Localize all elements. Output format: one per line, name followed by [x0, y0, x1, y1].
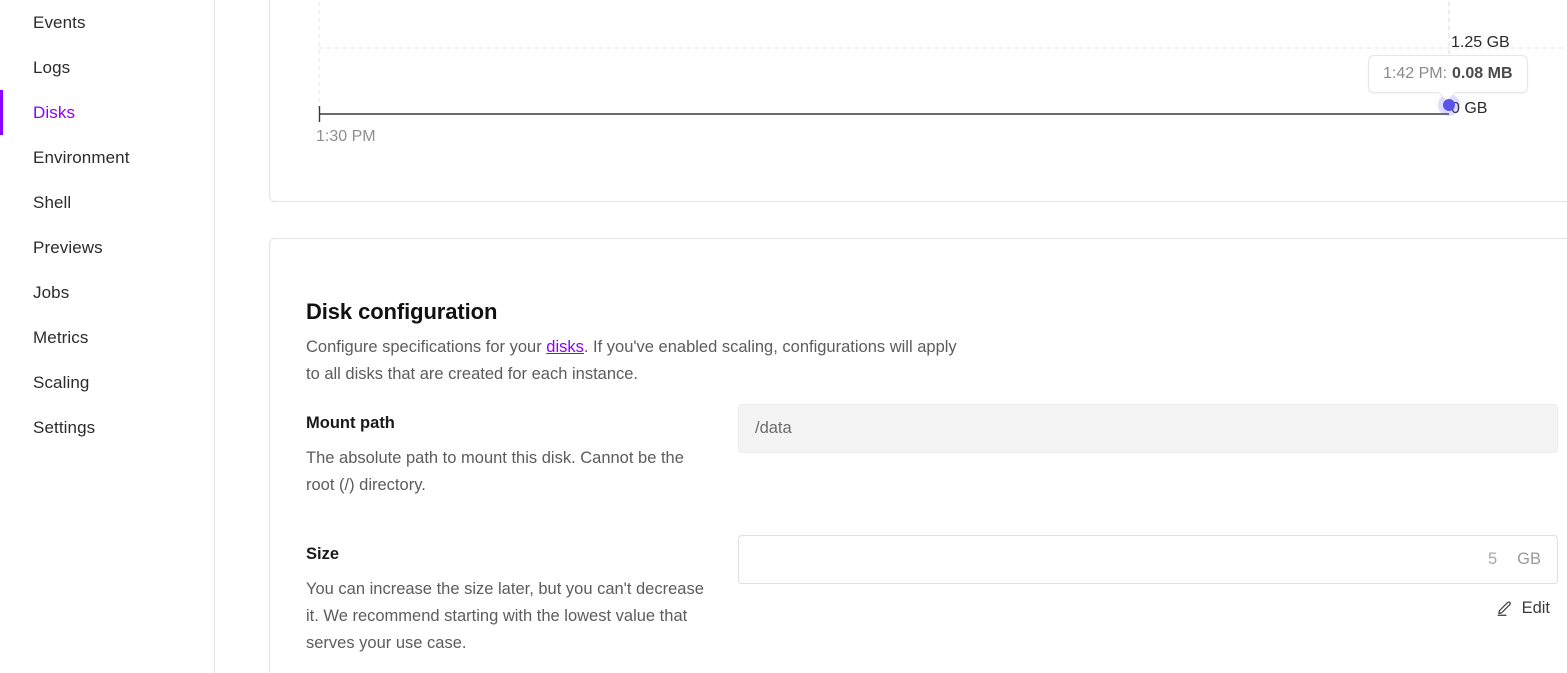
size-unit: GB — [1517, 550, 1541, 569]
edit-button-label: Edit — [1522, 599, 1550, 618]
sidebar-item-label: Logs — [33, 59, 70, 76]
sidebar-item-label: Previews — [33, 239, 103, 256]
sidebar-item-scaling[interactable]: Scaling — [0, 360, 215, 405]
sidebar-item-environment[interactable]: Environment — [0, 135, 215, 180]
size-input-suffix: 5 GB — [1488, 536, 1541, 583]
chart-plot-svg — [270, 0, 1567, 200]
disks-settings-page: Events Logs Disks Environment Shell Previews J… — [0, 0, 1567, 673]
size-input[interactable]: 5 GB — [738, 535, 1558, 584]
sidebar-item-label: Jobs — [33, 284, 69, 301]
description-text-before: Configure specifications for your — [306, 338, 546, 356]
sidebar-item-disks[interactable]: Disks — [0, 90, 215, 135]
page-title: Disk configuration — [306, 299, 497, 325]
disk-usage-chart-card: $ 1.25 GB 0 GB 1:30 PM 1:42 PM: 0.08 MB — [269, 0, 1567, 202]
disks-doc-link[interactable]: disks — [546, 338, 584, 356]
tooltip-value: 0.08 MB — [1452, 65, 1512, 83]
sidebar-item-label: Environment — [33, 149, 130, 166]
main-content: $ 1.25 GB 0 GB 1:30 PM 1:42 PM: 0.08 MB … — [215, 0, 1567, 673]
sidebar-item-previews[interactable]: Previews — [0, 225, 215, 270]
tooltip-time: 1:42 PM: — [1383, 65, 1447, 83]
sidebar-item-shell[interactable]: Shell — [0, 180, 215, 225]
size-help: You can increase the size later, but you… — [306, 576, 706, 657]
sidebar-item-label: Metrics — [33, 329, 88, 346]
mount-path-control: /data — [738, 404, 1558, 453]
size-label: Size — [306, 545, 339, 564]
sidebar-item-label: Events — [33, 14, 86, 31]
size-placeholder: 5 — [1488, 550, 1497, 569]
chart-x-axis-label: 1:30 PM — [316, 128, 376, 146]
mount-path-input[interactable]: /data — [738, 404, 1558, 453]
sidebar-item-metrics[interactable]: Metrics — [0, 315, 215, 360]
mount-path-help: The absolute path to mount this disk. Ca… — [306, 445, 706, 499]
sidebar-item-events[interactable]: Events — [0, 0, 215, 45]
sidebar-item-settings[interactable]: Settings — [0, 405, 215, 450]
edit-button[interactable]: Edit — [1496, 599, 1550, 618]
mount-path-label: Mount path — [306, 414, 395, 433]
chart-tooltip: 1:42 PM: 0.08 MB — [1368, 55, 1528, 93]
chart-y-axis-max-label: 1.25 GB — [1451, 34, 1510, 52]
sidebar-item-label: Scaling — [33, 374, 89, 391]
sidebar-item-label: Shell — [33, 194, 71, 211]
chart-highlight-point[interactable] — [1443, 99, 1455, 111]
disk-usage-chart[interactable]: $ 1.25 GB 0 GB 1:30 PM 1:42 PM: 0.08 MB — [270, 0, 1567, 201]
size-control: 5 GB Edit — [738, 535, 1558, 584]
disk-configuration-card: Disk configuration Configure specificati… — [269, 238, 1567, 673]
sidebar-item-logs[interactable]: Logs — [0, 45, 215, 90]
sidebar-nav-list: Events Logs Disks Environment Shell Previews J… — [0, 0, 215, 450]
sidebar-item-label: Disks — [33, 104, 75, 121]
sidebar-item-jobs[interactable]: Jobs — [0, 270, 215, 315]
mount-path-value: /data — [739, 419, 792, 438]
service-sidebar: Events Logs Disks Environment Shell Previews J… — [0, 0, 215, 673]
section-description: Configure specifications for your disks.… — [306, 334, 966, 388]
pencil-icon — [1496, 600, 1513, 617]
sidebar-item-label: Settings — [33, 419, 95, 436]
